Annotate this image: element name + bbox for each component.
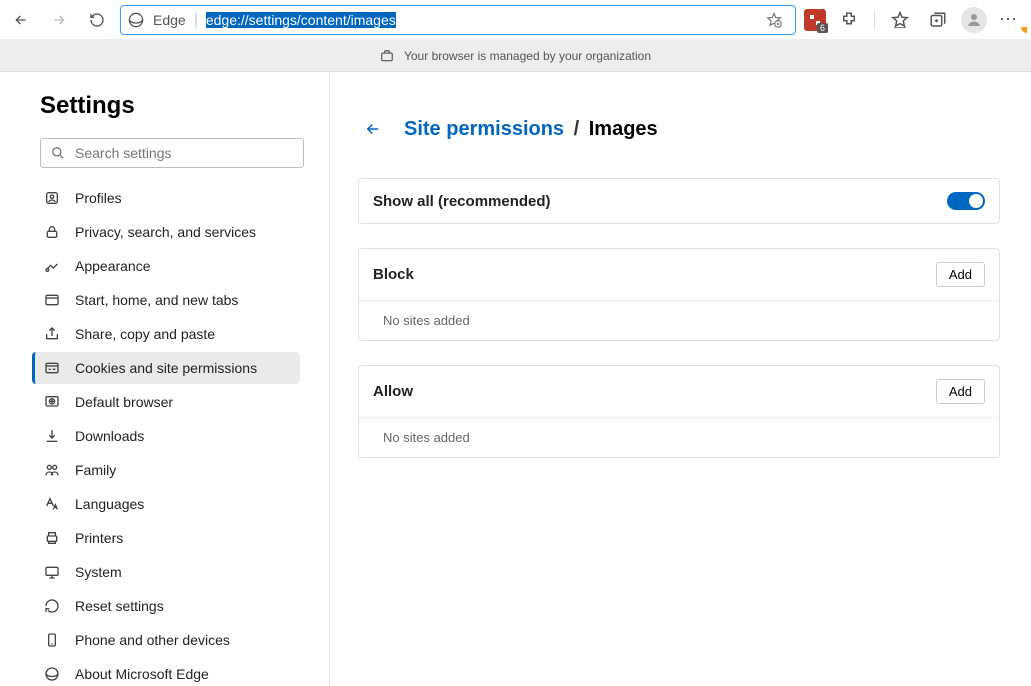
allow-add-button[interactable]: Add <box>936 379 985 404</box>
toolbar-divider <box>874 10 875 30</box>
search-input[interactable] <box>75 145 293 161</box>
download-icon <box>43 427 61 445</box>
url-text: edge://settings/content/images <box>206 12 396 28</box>
cookies-icon <box>43 359 61 377</box>
sidebar-item-default-browser[interactable]: Default browser <box>32 386 300 418</box>
sidebar-item-label: Reset settings <box>75 598 164 614</box>
engine-label: Edge <box>153 12 186 28</box>
show-all-card: Show all (recommended) <box>358 178 1000 224</box>
printer-icon <box>43 529 61 547</box>
family-icon <box>43 461 61 479</box>
appearance-icon <box>43 257 61 275</box>
address-bar[interactable]: Edge | edge://settings/content/images <box>120 5 796 35</box>
sidebar-item-appearance[interactable]: Appearance <box>32 250 300 282</box>
sidebar-item-label: Privacy, search, and services <box>75 224 256 240</box>
sidebar-item-cookies-and-site-permissions[interactable]: Cookies and site permissions <box>32 352 300 384</box>
sidebar-item-label: Share, copy and paste <box>75 326 215 342</box>
sidebar-item-privacy-search-and-services[interactable]: Privacy, search, and services <box>32 216 300 248</box>
managed-text: Your browser is managed by your organiza… <box>404 49 651 63</box>
sidebar-item-system[interactable]: System <box>32 556 300 588</box>
briefcase-icon <box>380 49 394 63</box>
more-menu-icon[interactable]: ⋯ <box>995 5 1025 35</box>
search-icon <box>51 146 65 160</box>
collections-icon[interactable] <box>923 5 953 35</box>
sidebar-item-label: System <box>75 564 122 580</box>
sidebar-item-profiles[interactable]: Profiles <box>32 182 300 214</box>
extension-badge[interactable]: 6 <box>804 9 826 31</box>
sidebar-item-share-copy-and-paste[interactable]: Share, copy and paste <box>32 318 300 350</box>
sidebar-item-label: Phone and other devices <box>75 632 230 648</box>
reload-button[interactable] <box>82 5 112 35</box>
sidebar-item-label: Cookies and site permissions <box>75 360 257 376</box>
edge-icon <box>127 11 145 29</box>
sidebar-item-label: Start, home, and new tabs <box>75 292 238 308</box>
block-card: Block Add No sites added <box>358 248 1000 341</box>
browser-toolbar: Edge | edge://settings/content/images 6 … <box>0 0 1031 40</box>
sidebar-item-start-home-and-new-tabs[interactable]: Start, home, and new tabs <box>32 284 300 316</box>
profile-icon <box>43 189 61 207</box>
reset-icon <box>43 597 61 615</box>
settings-title: Settings <box>40 92 317 120</box>
search-input-wrapper[interactable] <box>40 138 304 168</box>
sidebar-item-label: Default browser <box>75 394 173 410</box>
breadcrumb-current: Images <box>589 118 658 140</box>
sidebar-item-label: Printers <box>75 530 123 546</box>
sidebar-item-label: Profiles <box>75 190 122 206</box>
nav-list: Profiles Privacy, search, and services App… <box>40 182 317 686</box>
sidebar-item-label: About Microsoft Edge <box>75 666 209 682</box>
share-icon <box>43 325 61 343</box>
breadcrumb-back-button[interactable] <box>358 114 388 144</box>
sidebar-item-label: Languages <box>75 496 144 512</box>
breadcrumb-divider: / <box>574 118 585 140</box>
sidebar-item-label: Downloads <box>75 428 144 444</box>
block-add-button[interactable]: Add <box>936 262 985 287</box>
lock-icon <box>43 223 61 241</box>
allow-card: Allow Add No sites added <box>358 365 1000 458</box>
sidebar-item-downloads[interactable]: Downloads <box>32 420 300 452</box>
system-icon <box>43 563 61 581</box>
breadcrumb: Site permissions / Images <box>358 114 1000 144</box>
forward-button[interactable] <box>44 5 74 35</box>
sidebar-item-about-microsoft-edge[interactable]: About Microsoft Edge <box>32 658 300 686</box>
extension-count: 6 <box>817 23 828 33</box>
sidebar-item-phone-and-other-devices[interactable]: Phone and other devices <box>32 624 300 656</box>
extensions-icon[interactable] <box>834 5 864 35</box>
language-icon <box>43 495 61 513</box>
show-all-label: Show all (recommended) <box>373 193 551 210</box>
sidebar-item-languages[interactable]: Languages <box>32 488 300 520</box>
settings-sidebar: Settings Profiles Privacy, search, and se… <box>0 72 330 686</box>
back-button[interactable] <box>6 5 36 35</box>
separator: | <box>194 11 198 29</box>
edge-icon <box>43 665 61 683</box>
phone-icon <box>43 631 61 649</box>
window-icon <box>43 291 61 309</box>
allow-label: Allow <box>373 383 413 400</box>
favorite-add-icon[interactable] <box>759 5 789 35</box>
sidebar-item-label: Appearance <box>75 258 151 274</box>
sidebar-item-label: Family <box>75 462 116 478</box>
browser-icon <box>43 393 61 411</box>
block-empty-text: No sites added <box>359 300 999 340</box>
show-all-toggle[interactable] <box>947 192 985 210</box>
allow-empty-text: No sites added <box>359 417 999 457</box>
profile-avatar[interactable] <box>961 7 987 33</box>
main-content: Site permissions / Images Show all (reco… <box>330 72 1031 686</box>
block-label: Block <box>373 266 414 283</box>
breadcrumb-link[interactable]: Site permissions <box>404 118 564 140</box>
sidebar-item-family[interactable]: Family <box>32 454 300 486</box>
sidebar-item-reset-settings[interactable]: Reset settings <box>32 590 300 622</box>
sidebar-item-printers[interactable]: Printers <box>32 522 300 554</box>
favorites-icon[interactable] <box>885 5 915 35</box>
managed-notice: Your browser is managed by your organiza… <box>0 40 1031 72</box>
